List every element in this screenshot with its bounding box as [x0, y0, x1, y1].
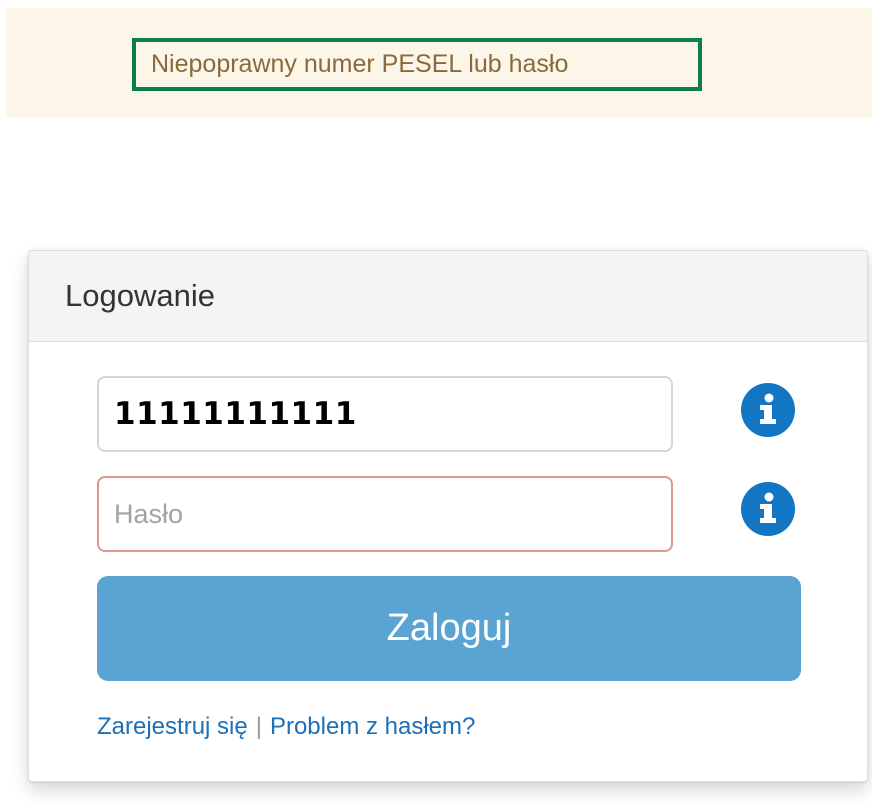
- info-glyph: [760, 492, 776, 523]
- panel-heading: Logowanie: [29, 251, 867, 342]
- alert-bar: Niepoprawny numer PESEL lub hasło: [6, 8, 872, 118]
- info-glyph: [760, 393, 776, 424]
- link-separator: |: [255, 713, 262, 740]
- info-icon[interactable]: [741, 383, 795, 437]
- login-button[interactable]: Zaloguj: [97, 576, 801, 681]
- login-panel: Logowanie 11111111111 Hasło Zaloguj Zare…: [28, 250, 868, 782]
- password-problem-link[interactable]: Problem z hasłem?: [270, 713, 475, 741]
- info-icon[interactable]: [741, 482, 795, 536]
- error-message: Niepoprawny numer PESEL lub hasło: [132, 38, 702, 91]
- pesel-input[interactable]: 11111111111: [97, 376, 673, 452]
- register-link[interactable]: Zarejestruj się: [97, 713, 248, 741]
- footer-links: Zarejestruj się | Problem z hasłem?: [97, 713, 475, 741]
- password-input[interactable]: Hasło: [97, 476, 673, 552]
